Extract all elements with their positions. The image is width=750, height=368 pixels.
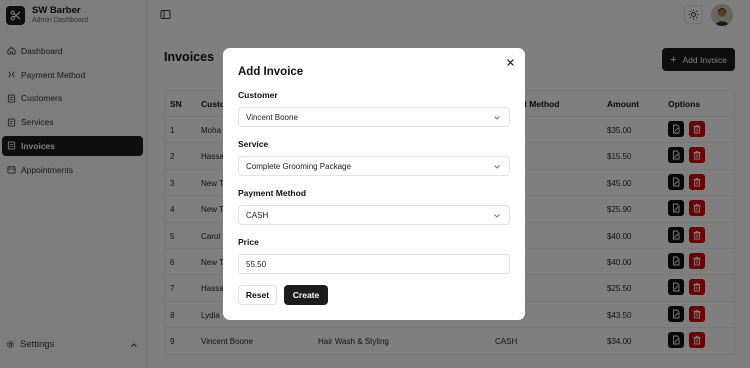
service-value: Complete Grooming Package bbox=[246, 161, 351, 171]
payment-method-value: CASH bbox=[246, 210, 269, 220]
close-icon[interactable] bbox=[506, 58, 515, 67]
payment-method-label: Payment Method bbox=[238, 188, 307, 198]
chevron-down-icon bbox=[493, 163, 501, 171]
customer-label: Customer bbox=[238, 90, 278, 100]
create-button[interactable]: Create bbox=[284, 285, 328, 305]
price-label: Price bbox=[238, 237, 259, 247]
modal-title: Add Invoice bbox=[238, 66, 304, 78]
chevron-down-icon bbox=[493, 114, 501, 122]
service-label: Service bbox=[238, 139, 269, 149]
service-select[interactable]: Complete Grooming Package bbox=[238, 156, 510, 176]
add-invoice-modal: Add Invoice Customer Vincent Boone Servi… bbox=[223, 48, 525, 320]
price-input[interactable]: 55.50 bbox=[238, 254, 510, 274]
payment-method-select[interactable]: CASH bbox=[238, 205, 510, 225]
price-value: 55.50 bbox=[246, 259, 267, 269]
chevron-down-icon bbox=[493, 212, 501, 220]
customer-select[interactable]: Vincent Boone bbox=[238, 107, 510, 127]
reset-button[interactable]: Reset bbox=[238, 285, 277, 305]
customer-value: Vincent Boone bbox=[246, 112, 298, 122]
